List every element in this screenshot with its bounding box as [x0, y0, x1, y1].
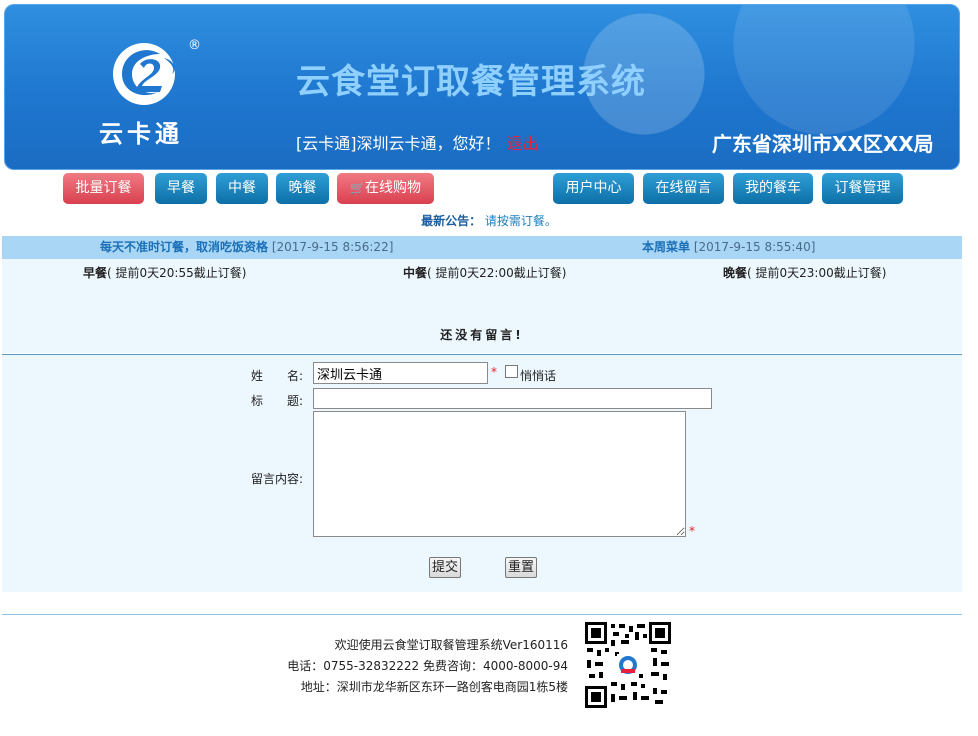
message-form: 姓 名: * 悄悄话 标 题: 留言内容: * 提交 重置 [2, 355, 962, 592]
info-right: 本周菜单 [2017-9-15 8:55:40] [642, 236, 815, 259]
announcement-text[interactable]: 请按需订餐。 [485, 214, 557, 228]
footer-phone: 电话：0755-32832222 免费咨询：4000-8000-94 [287, 659, 568, 673]
meal-rule: ( 提前0天23:00截止订餐) [747, 266, 887, 280]
weekly-menu-time: [2017-9-15 8:55:40] [693, 240, 816, 254]
name-input[interactable] [313, 362, 488, 384]
nav-dinner-button[interactable]: 晚餐 [276, 173, 329, 204]
meal-name: 晚餐 [723, 266, 748, 280]
footer-address: 地址：深圳市龙华新区东环一路创客电商园1栋5楼 [300, 680, 568, 694]
info-bar: 每天不准时订餐，取消吃饭资格 [2017-9-15 8:56:22] 本周菜单 … [2, 236, 962, 259]
nav-my-cart-button[interactable]: 我的餐车 [733, 173, 813, 204]
nav-lunch-button[interactable]: 中餐 [216, 173, 268, 204]
meal-rule: ( 提前0天22:00截止订餐) [427, 266, 567, 280]
weekly-menu-link[interactable]: 本周菜单 [642, 240, 690, 254]
logo-text: 云卡通 [99, 120, 183, 148]
meal-breakfast: 早餐( 提前0天20:55截止订餐) [83, 264, 246, 281]
online-shop-label: 在线购物 [364, 180, 421, 196]
meal-schedule-panel: 早餐( 提前0天20:55截止订餐) 中餐( 提前0天22:00截止订餐) 晚餐… [2, 259, 962, 353]
order-rule-link[interactable]: 每天不准时订餐，取消吃饭资格 [100, 240, 268, 254]
content-required-mark: * [689, 524, 695, 538]
nav-online-message-button[interactable]: 在线留言 [643, 173, 724, 204]
logout-link[interactable]: 退出 [507, 134, 539, 153]
footer-version: 欢迎使用云食堂订取餐管理系统Ver160116 [334, 638, 568, 652]
no-message-text: 还没有留言! [440, 328, 524, 342]
meal-lunch: 中餐( 提前0天22:00截止订餐) [403, 264, 566, 281]
content-label: 留言内容: [251, 472, 304, 486]
cart-icon: 🛒 [350, 181, 365, 195]
nav-breakfast-button[interactable]: 早餐 [155, 173, 207, 204]
welcome-line: [云卡通]深圳云卡通，您好！ 退出 [296, 130, 539, 154]
title-input[interactable] [313, 388, 712, 409]
submit-button[interactable]: 提交 [429, 557, 461, 578]
meal-rule: ( 提前0天20:55截止订餐) [107, 266, 247, 280]
announcement: 最新公告： 请按需订餐。 [0, 212, 978, 229]
info-left: 每天不准时订餐，取消吃饭资格 [2017-9-15 8:56:22] [100, 236, 393, 259]
meal-dinner: 晚餐( 提前0天23:00截止订餐) [723, 264, 886, 281]
name-required-mark: * [491, 365, 497, 379]
registered-mark: ® [188, 38, 201, 53]
name-label: 姓 名: [251, 369, 304, 383]
nav-batch-order-button[interactable]: 批量订餐 [63, 173, 144, 204]
meal-name: 中餐 [403, 266, 428, 280]
nav-online-shop-button[interactable]: 🛒在线购物 [337, 173, 434, 204]
whisper-checkbox[interactable] [505, 365, 518, 378]
content-textarea[interactable] [313, 411, 686, 537]
system-title: 云食堂订取餐管理系统 [296, 62, 646, 102]
meal-name: 早餐 [83, 266, 108, 280]
nav-order-management-button[interactable]: 订餐管理 [822, 173, 903, 204]
qr-code-icon [585, 622, 671, 708]
welcome-text: [云卡通]深圳云卡通，您好！ [296, 134, 501, 153]
yunkatong-logo-icon [113, 43, 175, 105]
title-label: 标 题: [251, 394, 304, 408]
organization-name: 广东省深圳市XX区XX局 [712, 132, 934, 156]
header-banner: ® 云卡通 云食堂订取餐管理系统 [云卡通]深圳云卡通，您好！ 退出 广东省深圳市… [4, 4, 960, 170]
nav-user-center-button[interactable]: 用户中心 [553, 173, 634, 204]
footer-divider [2, 614, 962, 615]
reset-button[interactable]: 重置 [505, 557, 537, 578]
order-rule-time: [2017-9-15 8:56:22] [271, 240, 394, 254]
whisper-label: 悄悄话 [520, 369, 557, 383]
announcement-label: 最新公告： [421, 214, 482, 228]
